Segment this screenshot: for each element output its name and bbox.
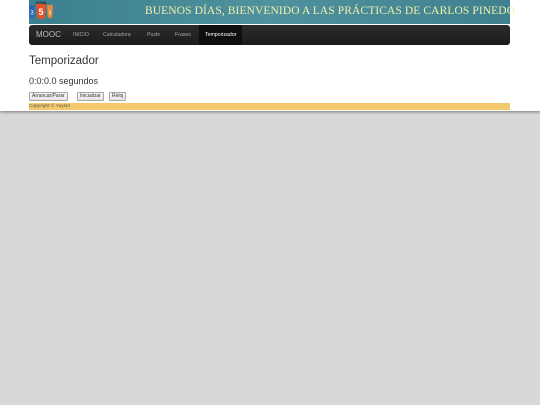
reset-button[interactable]: Inicializar — [77, 92, 104, 101]
page-title: BUENOS DÍAS, BIENVENIDO A LAS PRÁCTICAS … — [145, 5, 516, 17]
html-css-js-logo: HTML 3 5 5 — [29, 0, 53, 20]
nav-item-temporizador[interactable]: Temporizador — [199, 25, 243, 45]
nav-item-frases[interactable]: Frases — [175, 25, 191, 45]
copyright-text: Copyright © Yuyset — [29, 104, 71, 109]
nav-item-calculadora[interactable]: Calculadora — [103, 25, 131, 45]
navbar-brand[interactable]: MOOC — [36, 30, 61, 39]
nav-item-puzle[interactable]: Puzle — [147, 25, 160, 45]
navbar: MOOC INICIO Calculadora Puzle Frases Tem… — [29, 25, 510, 45]
logo-center-number: 5 — [38, 7, 43, 17]
header-banner: BUENOS DÍAS, BIENVENIDO A LAS PRÁCTICAS … — [29, 0, 515, 24]
section-heading: Temporizador — [29, 55, 99, 67]
start-stop-button[interactable]: Arrancar/Parar — [29, 92, 68, 101]
page-container: BUENOS DÍAS, BIENVENIDO A LAS PRÁCTICAS … — [0, 0, 540, 111]
nav-item-inicio[interactable]: INICIO — [73, 25, 89, 45]
clock-button[interactable]: Reloj — [109, 92, 127, 101]
logo-right-number: 5 — [49, 11, 52, 17]
footer: Copyright © Yuyset — [29, 103, 510, 110]
timer-display: 0:0:0.0 segundos — [29, 76, 99, 86]
